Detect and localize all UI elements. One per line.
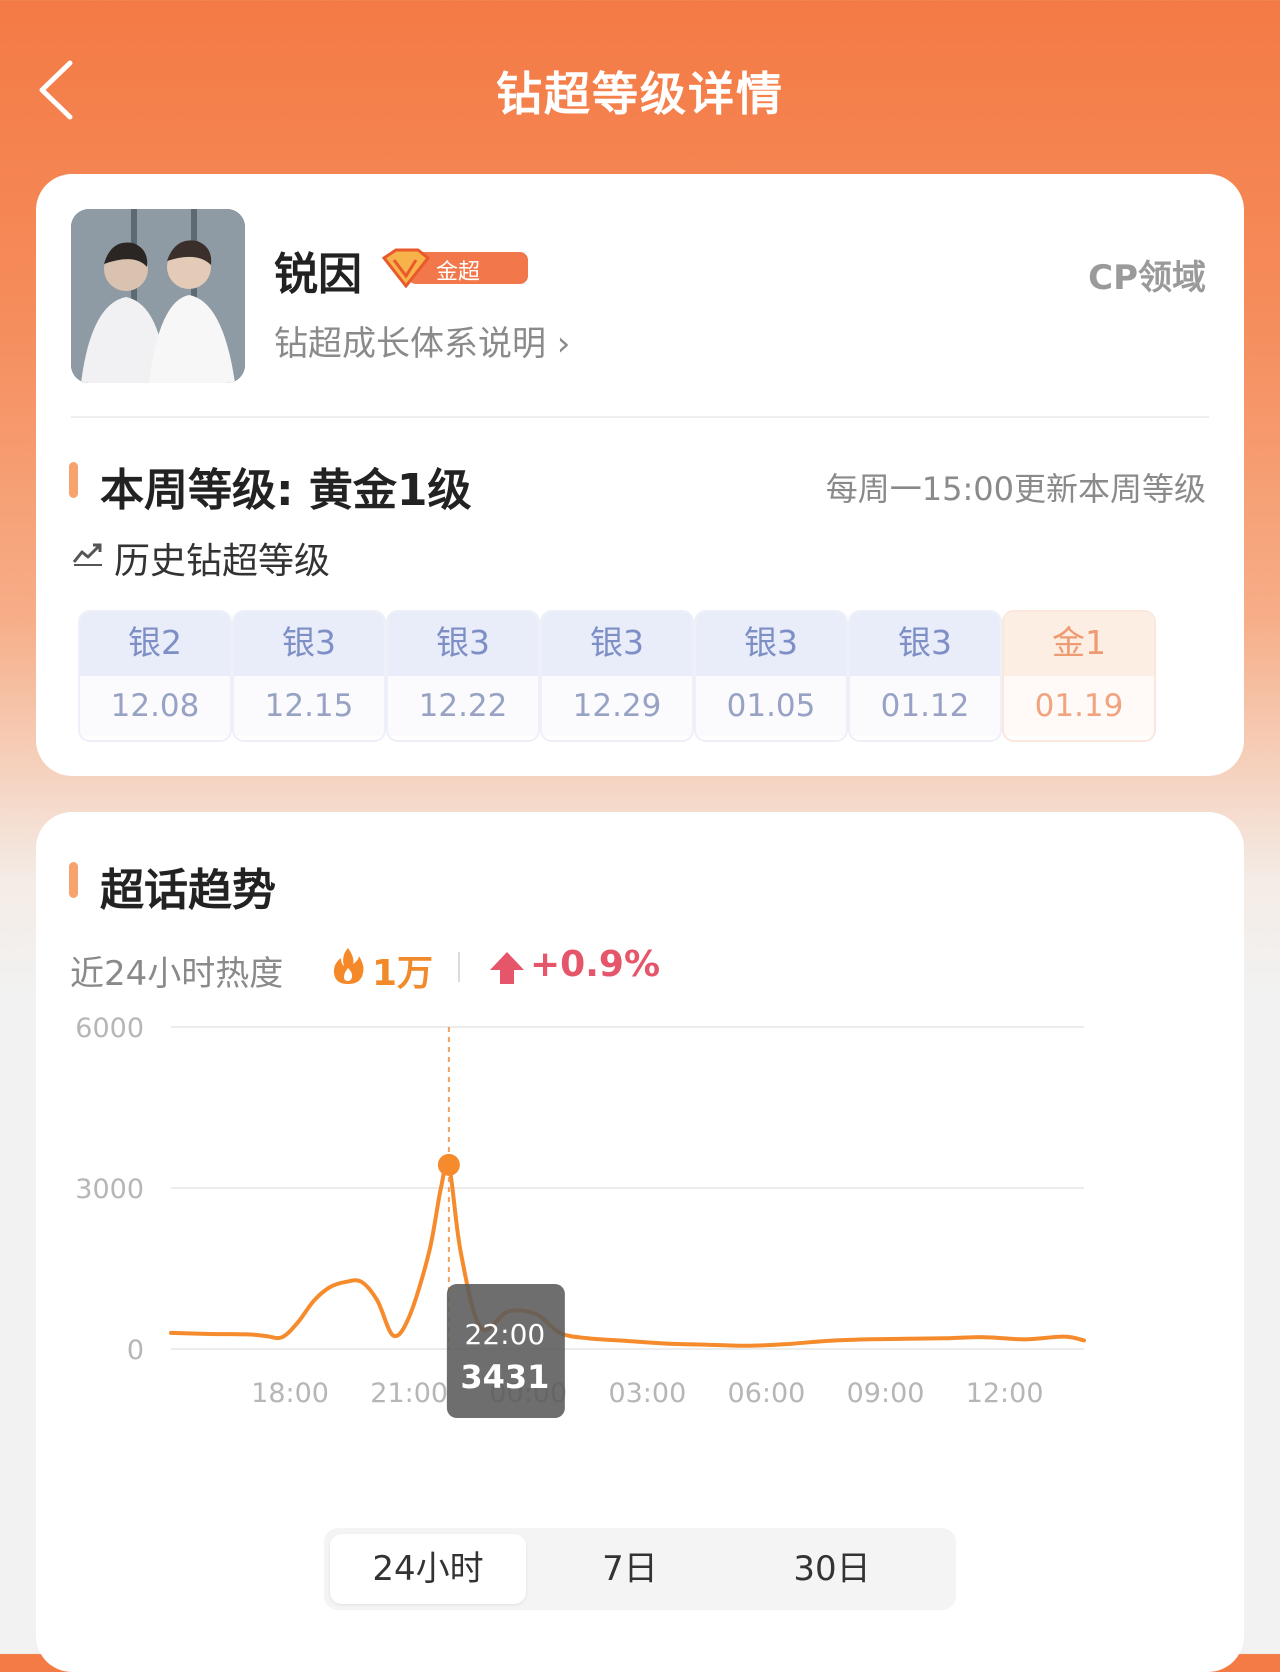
heat-label: 近24小时热度 [70, 954, 284, 994]
highlight-point [437, 1153, 460, 1176]
x-tick-label: 06:00 [728, 1378, 806, 1409]
level-card: 锐因 金超 钻超成长体系说明 › CP领域 本周等级: 黄金1级 每周一15:0… [36, 174, 1244, 776]
tooltip-value: 3431 [460, 1358, 549, 1396]
history-date: 12.22 [388, 676, 538, 736]
section-accent [69, 462, 78, 498]
tab-7d[interactable]: 7日 [532, 1534, 728, 1604]
growth-system-link[interactable]: 钻超成长体系说明 › [274, 316, 570, 365]
history-item[interactable]: 银3 12.29 [540, 610, 694, 742]
x-tick-label: 12:00 [966, 1378, 1044, 1409]
separator [458, 952, 460, 982]
history-item[interactable]: 银3 12.22 [386, 610, 540, 742]
history-level: 金1 [1004, 612, 1154, 676]
history-item[interactable]: 银3 01.05 [694, 610, 848, 742]
top-bar: 钻超等级详情 [0, 0, 1280, 175]
history-item[interactable]: 银3 01.12 [848, 610, 1002, 742]
week-level: 本周等级: 黄金1级 [100, 465, 472, 516]
x-tick-label: 03:00 [608, 1378, 686, 1409]
up-arrow-icon [490, 952, 524, 984]
y-tick-label: 0 [127, 1335, 144, 1366]
history-level: 银3 [696, 612, 846, 676]
trend-chart: 60003000018:0021:0000:0003:0006:0009:001… [75, 1013, 1086, 1418]
history-date: 12.15 [234, 676, 384, 736]
trend-title: 超话趋势 [100, 865, 276, 916]
history-date: 12.29 [542, 676, 692, 736]
history-date: 12.08 [80, 676, 230, 736]
history-date: 01.12 [850, 676, 1000, 736]
range-tabs: 24小时 7日 30日 [324, 1528, 956, 1610]
history-title: 历史钻超等级 [114, 541, 331, 582]
history-level: 银3 [388, 612, 538, 676]
trend-icon [72, 543, 102, 566]
history-level: 银3 [850, 612, 1000, 676]
flame-icon [333, 948, 364, 984]
x-tick-label: 09:00 [847, 1378, 925, 1409]
heat-value: 1万 [372, 953, 434, 994]
history-item[interactable]: 银3 12.15 [232, 610, 386, 742]
topic-name: 锐因 [274, 249, 362, 300]
history-level: 银3 [542, 612, 692, 676]
domain-tag: CP领域 [1088, 258, 1206, 298]
tooltip-box [446, 1284, 565, 1418]
tab-30d[interactable]: 30日 [734, 1534, 930, 1604]
growth-value: +0.9% [530, 944, 661, 985]
history-level: 银2 [80, 612, 230, 676]
update-note: 每周一15:00更新本周等级 [825, 470, 1206, 508]
history-date: 01.19 [1004, 676, 1154, 736]
history-date: 01.05 [696, 676, 846, 736]
section-accent [69, 862, 78, 898]
badge-label: 金超 [436, 260, 481, 285]
divider [71, 416, 1209, 418]
history-level: 银3 [234, 612, 384, 676]
x-tick-label: 21:00 [370, 1378, 448, 1409]
history-item-current[interactable]: 金1 01.19 [1002, 610, 1156, 742]
tooltip-time: 22:00 [465, 1318, 546, 1351]
series-line [169, 1159, 1086, 1348]
y-tick-label: 3000 [75, 1174, 144, 1205]
trend-card: 超话趋势 近24小时热度 1万 +0.9% 6000 3000 0 18:00 21:0… [36, 812, 1244, 1672]
avatar[interactable] [71, 209, 245, 383]
tab-24h[interactable]: 24小时 [330, 1534, 526, 1604]
page-title: 钻超等级详情 [496, 67, 784, 121]
y-tick-label: 6000 [75, 1013, 144, 1044]
history-item[interactable]: 银2 12.08 [78, 610, 232, 742]
x-tick-label: 18:00 [251, 1378, 329, 1409]
